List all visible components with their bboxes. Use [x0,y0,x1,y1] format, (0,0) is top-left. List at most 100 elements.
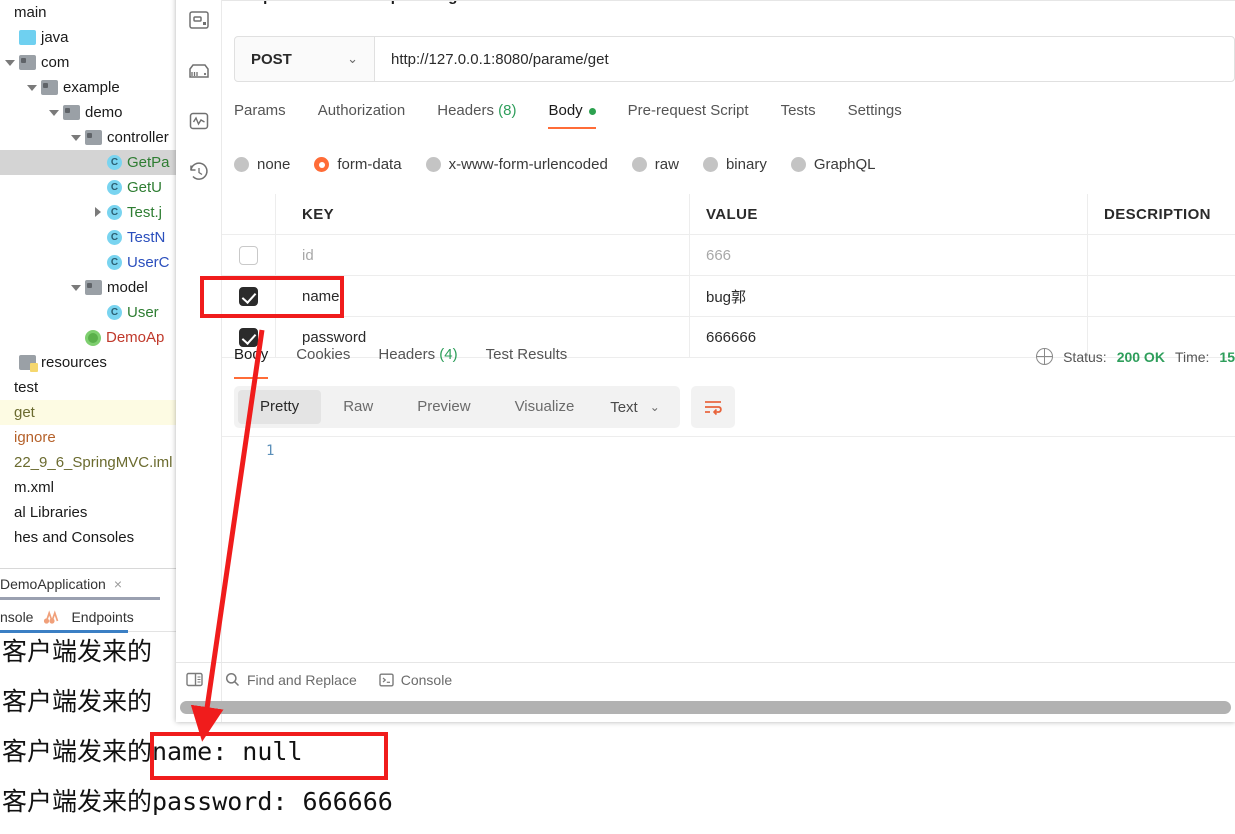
scrollbar-thumb[interactable] [180,701,1231,714]
tab-params[interactable]: Params [234,102,286,129]
checkbox-unchecked-icon[interactable] [239,245,258,265]
tree-item[interactable]: get [0,400,176,425]
chevron-down-icon[interactable] [5,57,16,68]
close-icon[interactable]: × [114,576,122,592]
cell-value[interactable]: 666 [690,234,1088,276]
apis-icon[interactable] [187,8,211,32]
tab-endpoints[interactable]: Endpoints [71,609,133,625]
run-tool-window-tabs[interactable]: nsole Endpoints [0,602,176,632]
postman-window[interactable]: http://127.0.0.1:8080/parame/get [176,0,1235,722]
tab-tests[interactable]: Tests [781,102,816,129]
tree-item[interactable]: C Test.j [0,200,176,225]
response-view-modes[interactable]: Pretty Raw Preview Visualize [234,386,601,428]
toggle-sidebar-icon[interactable] [186,672,203,687]
radio-icon[interactable] [425,157,441,172]
tab-body[interactable]: Body [548,102,596,129]
checkbox-checked-icon[interactable] [239,327,258,347]
tree-item[interactable]: hes and Consoles [0,525,176,550]
chevron-down-icon[interactable] [71,132,82,143]
body-type-binary[interactable]: binary [702,156,767,173]
horizontal-scrollbar[interactable] [176,701,1235,714]
cell-description[interactable] [1088,235,1235,276]
view-mode-visualize[interactable]: Visualize [493,390,597,424]
tree-item[interactable]: main [0,0,176,25]
tree-item[interactable]: java [0,25,176,50]
cell-value[interactable]: bug郭 [690,275,1088,317]
tab-authorization[interactable]: Authorization [318,102,406,129]
tab-console[interactable]: nsole [0,609,33,625]
body-type-radios[interactable]: none form-data x-www-form-urlencoded raw bin… [234,156,876,173]
tree-item[interactable]: example [0,75,176,100]
chevron-right-icon[interactable] [93,207,104,218]
chevron-down-icon: ⌄ [347,51,358,66]
tree-item[interactable]: C TestN [0,225,176,250]
tab-settings[interactable]: Settings [848,102,902,129]
table-row[interactable]: id 666 [222,234,1235,276]
response-body[interactable]: 1 [222,436,1235,646]
body-type-graphql[interactable]: GraphQL [790,156,876,173]
project-tree[interactable]: main java com example demo controller C GetPa C G… [0,0,176,546]
response-tabs[interactable]: Body Cookies Headers (4) Test Results [234,346,568,379]
tree-item[interactable]: model [0,275,176,300]
body-type-x-www-form-urlencoded[interactable]: x-www-form-urlencoded [425,156,608,173]
tree-item[interactable]: controller [0,125,176,150]
environments-icon[interactable] [187,59,211,83]
tree-item[interactable]: test [0,375,176,400]
monitor-icon[interactable] [187,109,211,133]
body-type-raw[interactable]: raw [631,156,679,173]
postman-icon-sidebar[interactable] [176,0,222,722]
run-tab-bar[interactable]: DemoApplication × [0,568,176,598]
tab-headers[interactable]: Headers (8) [437,102,516,129]
console-button[interactable]: Console [379,672,452,688]
tree-item[interactable]: demo [0,100,176,125]
radio-icon[interactable] [314,157,330,172]
tree-item[interactable]: ignore [0,425,176,450]
row-checkbox-cell[interactable] [222,234,276,276]
cell-description[interactable] [1088,276,1235,317]
chevron-down-icon[interactable] [27,82,38,93]
format-select[interactable]: Text ⌄ [590,386,680,428]
tree-item[interactable]: 22_9_6_SpringMVC.iml [0,450,176,475]
time-value: 15 [1219,348,1235,365]
view-mode-preview[interactable]: Preview [395,390,492,424]
chevron-down-icon[interactable] [49,107,60,118]
tree-item[interactable]: al Libraries [0,500,176,525]
body-type-form-data[interactable]: form-data [314,156,402,173]
wrap-lines-button[interactable] [691,386,735,428]
response-tab-headers[interactable]: Headers (4) [378,346,457,373]
response-tab-cookies[interactable]: Cookies [296,346,350,373]
response-tab-test-results[interactable]: Test Results [486,346,568,373]
method-select[interactable]: POST ⌄ [235,37,375,81]
tree-item[interactable]: DemoAp [0,325,176,350]
postman-footer[interactable]: Find and Replace Console [176,662,1235,696]
view-mode-raw[interactable]: Raw [321,390,395,424]
body-type-none[interactable]: none [234,156,290,173]
tab-pre-request-script[interactable]: Pre-request Script [628,102,749,129]
radio-icon[interactable] [631,157,647,172]
tree-item[interactable]: C User [0,300,176,325]
url-input[interactable]: http://127.0.0.1:8080/parame/get [375,37,1234,81]
view-mode-pretty[interactable]: Pretty [238,390,322,424]
tree-item[interactable]: C UserC [0,250,176,275]
tree-item[interactable]: C GetPa [0,150,176,175]
tree-item[interactable]: m.xml [0,475,176,500]
radio-icon[interactable] [234,157,249,172]
chevron-down-icon[interactable] [71,282,82,293]
cell-value[interactable]: 666666 [690,316,1088,358]
form-data-table[interactable]: KEY VALUE DESCRIPTION id 666 name bug郭 password… [222,193,1235,358]
request-url-bar[interactable]: POST ⌄ http://127.0.0.1:8080/parame/get [234,36,1235,82]
run-tab-title[interactable]: DemoApplication [0,576,106,592]
tree-item[interactable]: com [0,50,176,75]
history-icon[interactable] [187,160,211,184]
tree-item[interactable]: resources [0,350,176,375]
radio-icon[interactable] [702,157,718,172]
radio-icon[interactable] [790,157,806,172]
request-tabs[interactable]: Params Authorization Headers (8) Body Pre-re… [234,102,902,136]
find-and-replace-button[interactable]: Find and Replace [225,672,357,688]
response-tab-body[interactable]: Body [234,346,269,379]
cell-key[interactable]: id [276,234,690,276]
tree-item[interactable]: C GetU [0,175,176,200]
table-row[interactable]: name bug郭 [222,275,1235,317]
